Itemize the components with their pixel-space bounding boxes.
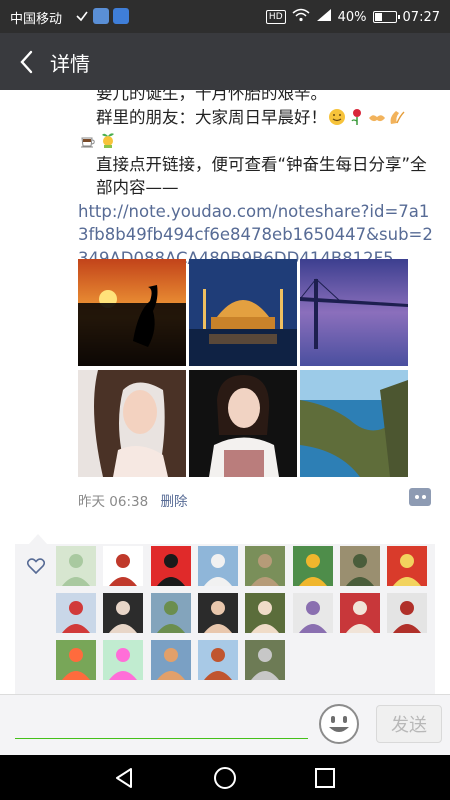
- liker-avatar[interactable]: [150, 546, 191, 586]
- carrier-name: 中国移动: [10, 12, 63, 27]
- greeting-text: 群里的朋友：大家周日早晨好！: [96, 107, 327, 127]
- hd-badge: HD: [265, 10, 286, 24]
- comment-input[interactable]: [15, 703, 308, 739]
- liker-avatar[interactable]: [387, 593, 428, 633]
- back-arrow-icon[interactable]: [16, 48, 40, 76]
- post-line-emojis: [78, 129, 438, 153]
- delete-button[interactable]: 删除: [161, 494, 188, 510]
- rose-emoji-icon: [348, 108, 366, 126]
- sprout-emoji-icon: [99, 131, 117, 149]
- bridge-dusk-photo[interactable]: [300, 259, 408, 366]
- post-timestamp: 昨天 06:38: [78, 494, 149, 510]
- liker-avatar[interactable]: [103, 593, 144, 633]
- liker-avatar[interactable]: [339, 593, 380, 633]
- liker-avatar[interactable]: [103, 546, 144, 586]
- home-circle-icon[interactable]: [213, 766, 237, 790]
- woman-portrait-photo[interactable]: [78, 370, 186, 477]
- status-bar: 中国移动 HD 40% 07:27: [0, 0, 450, 33]
- system-nav-bar: [0, 755, 450, 800]
- heart-outline-icon: [26, 558, 46, 575]
- sunset-heron-photo[interactable]: [78, 259, 186, 366]
- coffee-emoji-icon: [79, 131, 97, 149]
- post-detail: 要儿的诞生，十月怀胎的艰辛。 群里的朋友：大家周日早晨好！ 直接点开链接，便可查…: [0, 90, 450, 694]
- battery-icon: [372, 11, 400, 23]
- page-title: 详情: [50, 52, 90, 76]
- back-triangle-icon[interactable]: [113, 766, 137, 790]
- clap-emoji-icon: [388, 108, 406, 126]
- handshake-emoji-icon: [368, 108, 386, 126]
- dot-icon: [422, 495, 426, 499]
- clock: 07:27: [402, 9, 440, 25]
- liker-avatar[interactable]: [245, 546, 286, 586]
- blue-mosque-night-photo[interactable]: [189, 259, 297, 366]
- recents-square-icon[interactable]: [313, 766, 337, 790]
- wifi-icon: [292, 8, 310, 26]
- liker-avatar[interactable]: [150, 640, 191, 680]
- liker-avatar[interactable]: [197, 593, 238, 633]
- post-line-3: 直接点开链接，便可查看“钟奋生每日分享”全部内容——: [96, 154, 427, 198]
- chat-app-icon: [113, 8, 129, 24]
- comment-input-bar: 发送: [0, 694, 450, 755]
- baidu-app-icon: [93, 8, 109, 24]
- liker-avatar[interactable]: [339, 546, 380, 586]
- post-text: 要儿的诞生，十月怀胎的艰辛。 群里的朋友：大家周日早晨好！ 直接点开链接，便可查…: [78, 90, 438, 270]
- liker-avatar[interactable]: [56, 546, 96, 586]
- comment-more-button[interactable]: [409, 488, 431, 506]
- notification-app-icon: [75, 9, 89, 23]
- liker-avatar[interactable]: [197, 546, 238, 586]
- dot-icon: [415, 495, 419, 499]
- liker-avatar[interactable]: [150, 593, 191, 633]
- battery-percent: 40%: [337, 9, 367, 25]
- post-line-2: 群里的朋友：大家周日早晨好！: [78, 106, 438, 130]
- send-button[interactable]: 发送: [376, 705, 442, 743]
- smile-emoji-icon: [328, 108, 346, 126]
- nav-bar: 详情: [0, 33, 450, 90]
- liker-avatar[interactable]: [245, 640, 286, 680]
- liker-avatar[interactable]: [103, 640, 144, 680]
- photo-grid: [78, 259, 408, 477]
- liker-avatar[interactable]: [56, 593, 96, 633]
- liker-avatar[interactable]: [197, 640, 238, 680]
- signal-icon: [316, 8, 332, 26]
- liker-avatar[interactable]: [245, 593, 286, 633]
- girl-portrait-photo[interactable]: [189, 370, 297, 477]
- status-right: HD 40% 07:27: [265, 8, 440, 26]
- likes-panel: [15, 534, 435, 694]
- liker-avatar[interactable]: [387, 546, 428, 586]
- liker-avatar[interactable]: [292, 546, 333, 586]
- liker-avatar[interactable]: [292, 593, 333, 633]
- post-line-1: 要儿的诞生，十月怀胎的艰辛。: [96, 90, 327, 103]
- emoji-face-icon[interactable]: [318, 703, 360, 745]
- post-meta: 昨天 06:38 删除: [78, 488, 438, 510]
- coastline-photo[interactable]: [300, 370, 408, 477]
- liker-avatar[interactable]: [56, 640, 96, 680]
